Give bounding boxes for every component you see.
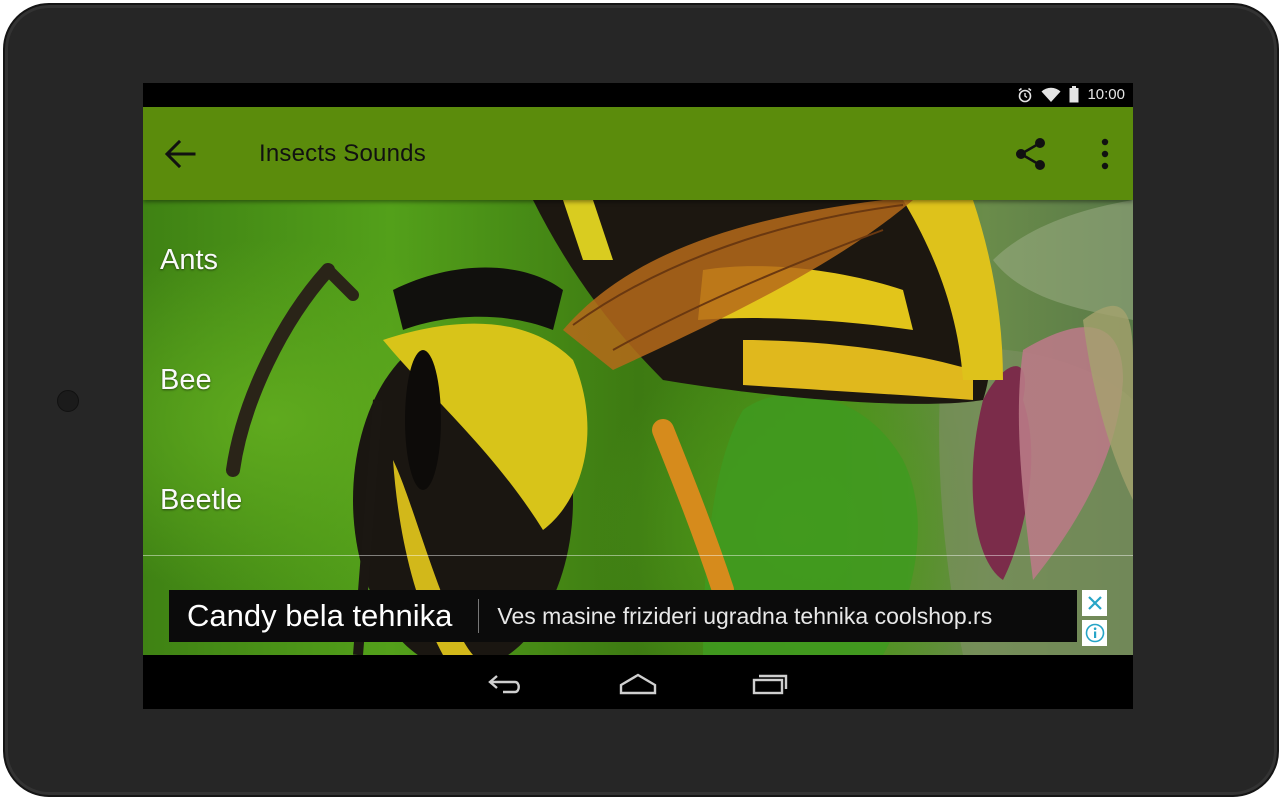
list-item-ants[interactable]: Ants bbox=[143, 200, 1133, 320]
recents-nav-icon[interactable] bbox=[751, 669, 789, 697]
ad-separator bbox=[478, 599, 480, 633]
front-camera bbox=[57, 390, 79, 412]
list-item-label: Beetle bbox=[160, 484, 243, 516]
list-item-beetle[interactable]: Beetle bbox=[143, 440, 1133, 560]
back-nav-icon[interactable] bbox=[487, 669, 523, 697]
screen: 10:00 Insects Sounds Ants Bee Beetle Can… bbox=[143, 83, 1133, 709]
status-time: 10:00 bbox=[1087, 86, 1125, 103]
arrow-back-icon[interactable] bbox=[163, 137, 197, 171]
navigation-bar bbox=[143, 655, 1133, 709]
app-bar: Insects Sounds bbox=[143, 107, 1133, 200]
home-nav-icon[interactable] bbox=[618, 669, 658, 697]
list-item-bee[interactable]: Bee bbox=[143, 320, 1133, 440]
list-divider bbox=[143, 555, 1133, 556]
list-item-label: Ants bbox=[160, 244, 219, 276]
list-item-label: Bee bbox=[160, 364, 212, 396]
share-icon[interactable] bbox=[1013, 134, 1049, 174]
alarm-icon bbox=[1018, 87, 1032, 102]
insects-list: Ants Bee Beetle bbox=[143, 200, 1133, 560]
list-content: Ants Bee Beetle bbox=[143, 200, 1133, 655]
ad-text: Ves masine frizideri ugradna tehnika coo… bbox=[497, 602, 993, 629]
app-title: Insects Sounds bbox=[259, 140, 426, 167]
ad-banner[interactable]: Candy bela tehnika Ves masine frizideri … bbox=[169, 590, 1077, 642]
battery-icon bbox=[1069, 86, 1079, 103]
wifi-icon bbox=[1041, 87, 1061, 102]
info-icon[interactable] bbox=[1082, 620, 1107, 646]
close-icon[interactable] bbox=[1082, 590, 1107, 616]
ad-title: Candy bela tehnika bbox=[187, 598, 453, 633]
more-vert-icon[interactable] bbox=[1093, 134, 1117, 174]
status-bar: 10:00 bbox=[143, 83, 1133, 107]
